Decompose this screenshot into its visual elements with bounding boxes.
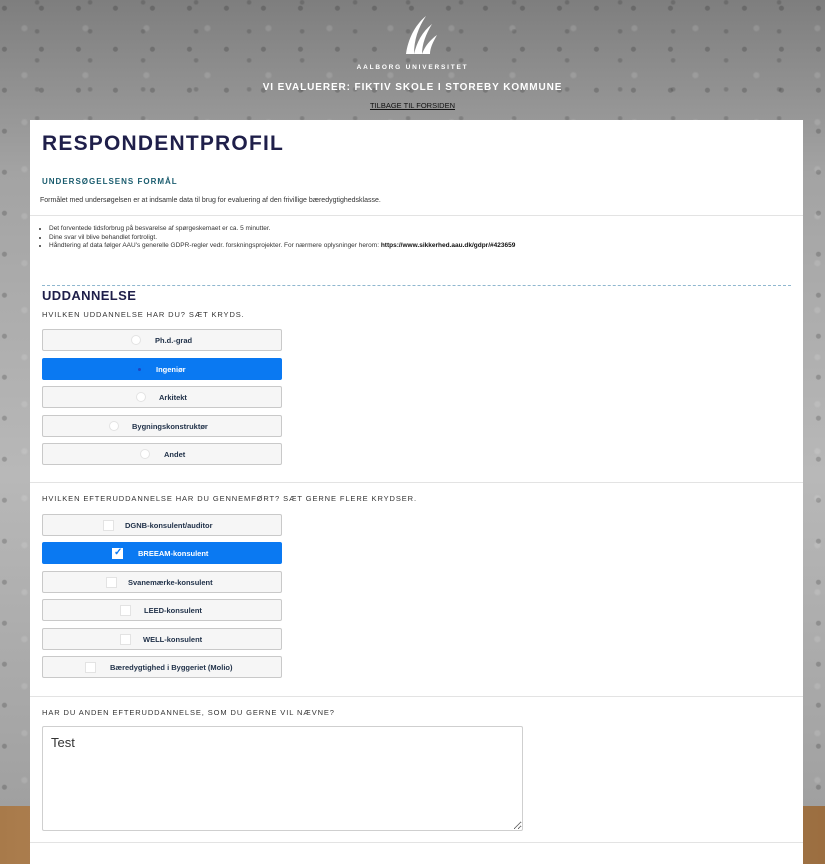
project-title: VI EVALUERER: FIKTIV SKOLE I STOREBY KOM… <box>262 82 563 93</box>
info-list: Det forventede tidsforbrug på besvarelse… <box>40 225 515 251</box>
gdpr-link[interactable]: https://www.sikkerhed.aau.dk/gdpr/#42365… <box>381 242 516 249</box>
option-label: Bygningskonstruktør <box>132 422 208 431</box>
option-leed[interactable]: LEED-konsulent <box>42 599 282 621</box>
survey-card: RESPONDENTPROFIL UNDERSØGELSENS FORMÅL F… <box>30 120 803 864</box>
option-label: BREEAM-konsulent <box>138 549 209 558</box>
radio-icon-selected[interactable] <box>134 364 144 374</box>
purpose-heading: UNDERSØGELSENS FORMÅL <box>42 177 178 186</box>
question-education: HVILKEN UDDANNELSE HAR DU? SÆT KRYDS. <box>42 310 245 319</box>
divider <box>30 842 803 843</box>
option-label: WELL-konsulent <box>143 635 203 644</box>
divider <box>30 696 803 697</box>
section-heading: UDDANNELSE <box>42 288 137 303</box>
divider <box>30 215 803 216</box>
radio-icon[interactable] <box>109 421 119 431</box>
option-label: Ph.d.-grad <box>155 336 193 345</box>
purpose-text: Formålet med undersøgelsen er at indsaml… <box>40 197 381 204</box>
checkbox-icon[interactable] <box>106 577 117 588</box>
option-arkitekt[interactable]: Arkitekt <box>42 386 282 408</box>
option-ingenior[interactable]: Ingeniør <box>42 358 282 380</box>
aau-logo-icon <box>406 16 437 54</box>
option-label: Arkitekt <box>159 393 187 402</box>
radio-icon[interactable] <box>140 449 150 459</box>
option-andet[interactable]: Andet <box>42 443 282 465</box>
option-label: Andet <box>164 450 186 459</box>
option-dgnb[interactable]: DGNB-konsulent/auditor <box>42 514 282 536</box>
section-divider <box>42 285 791 286</box>
option-well[interactable]: WELL-konsulent <box>42 628 282 650</box>
option-svanemaerke[interactable]: Svanemærke-konsulent <box>42 571 282 593</box>
info-item: Det forventede tidsforbrug på besvarelse… <box>49 225 515 234</box>
page-header: AALBORG UNIVERSITET VI EVALUERER: FIKTIV… <box>0 0 825 118</box>
option-label: Svanemærke-konsulent <box>128 578 213 587</box>
option-label: Bæredygtighed i Byggeriet (Molio) <box>110 663 233 672</box>
radio-icon[interactable] <box>136 392 146 402</box>
gdpr-text: Håndtering af data følger AAU's generell… <box>49 242 381 249</box>
checkbox-icon[interactable] <box>85 662 96 673</box>
university-name: AALBORG UNIVERSITET <box>356 64 469 71</box>
option-breeam[interactable]: BREEAM-konsulent <box>42 542 282 564</box>
checkbox-icon[interactable] <box>103 520 114 531</box>
page-title: RESPONDENTPROFIL <box>42 132 285 155</box>
checkbox-icon[interactable] <box>120 605 131 616</box>
option-label: Ingeniør <box>156 365 186 374</box>
option-label: LEED-konsulent <box>144 606 202 615</box>
radio-icon[interactable] <box>131 335 141 345</box>
option-label: DGNB-konsulent/auditor <box>125 521 213 530</box>
other-education-textarea[interactable] <box>42 726 523 831</box>
info-item: Dine svar vil blive behandlet fortroligt… <box>49 234 515 243</box>
option-bygningskonstruktor[interactable]: Bygningskonstruktør <box>42 415 282 437</box>
checkbox-icon-checked[interactable] <box>112 547 123 559</box>
question-further-education: HVILKEN EFTERUDDANNELSE HAR DU GENNEMFØR… <box>42 494 417 503</box>
option-molio[interactable]: Bæredygtighed i Byggeriet (Molio) <box>42 656 282 678</box>
divider <box>30 482 803 483</box>
question-other-education: HAR DU ANDEN EFTERUDDANNELSE, SOM DU GER… <box>42 708 335 717</box>
info-item-gdpr: Håndtering af data følger AAU's generell… <box>49 242 515 251</box>
back-to-frontpage-link[interactable]: TILBAGE TIL FORSIDEN <box>0 101 825 110</box>
checkbox-icon[interactable] <box>120 634 131 645</box>
option-phd[interactable]: Ph.d.-grad <box>42 329 282 351</box>
